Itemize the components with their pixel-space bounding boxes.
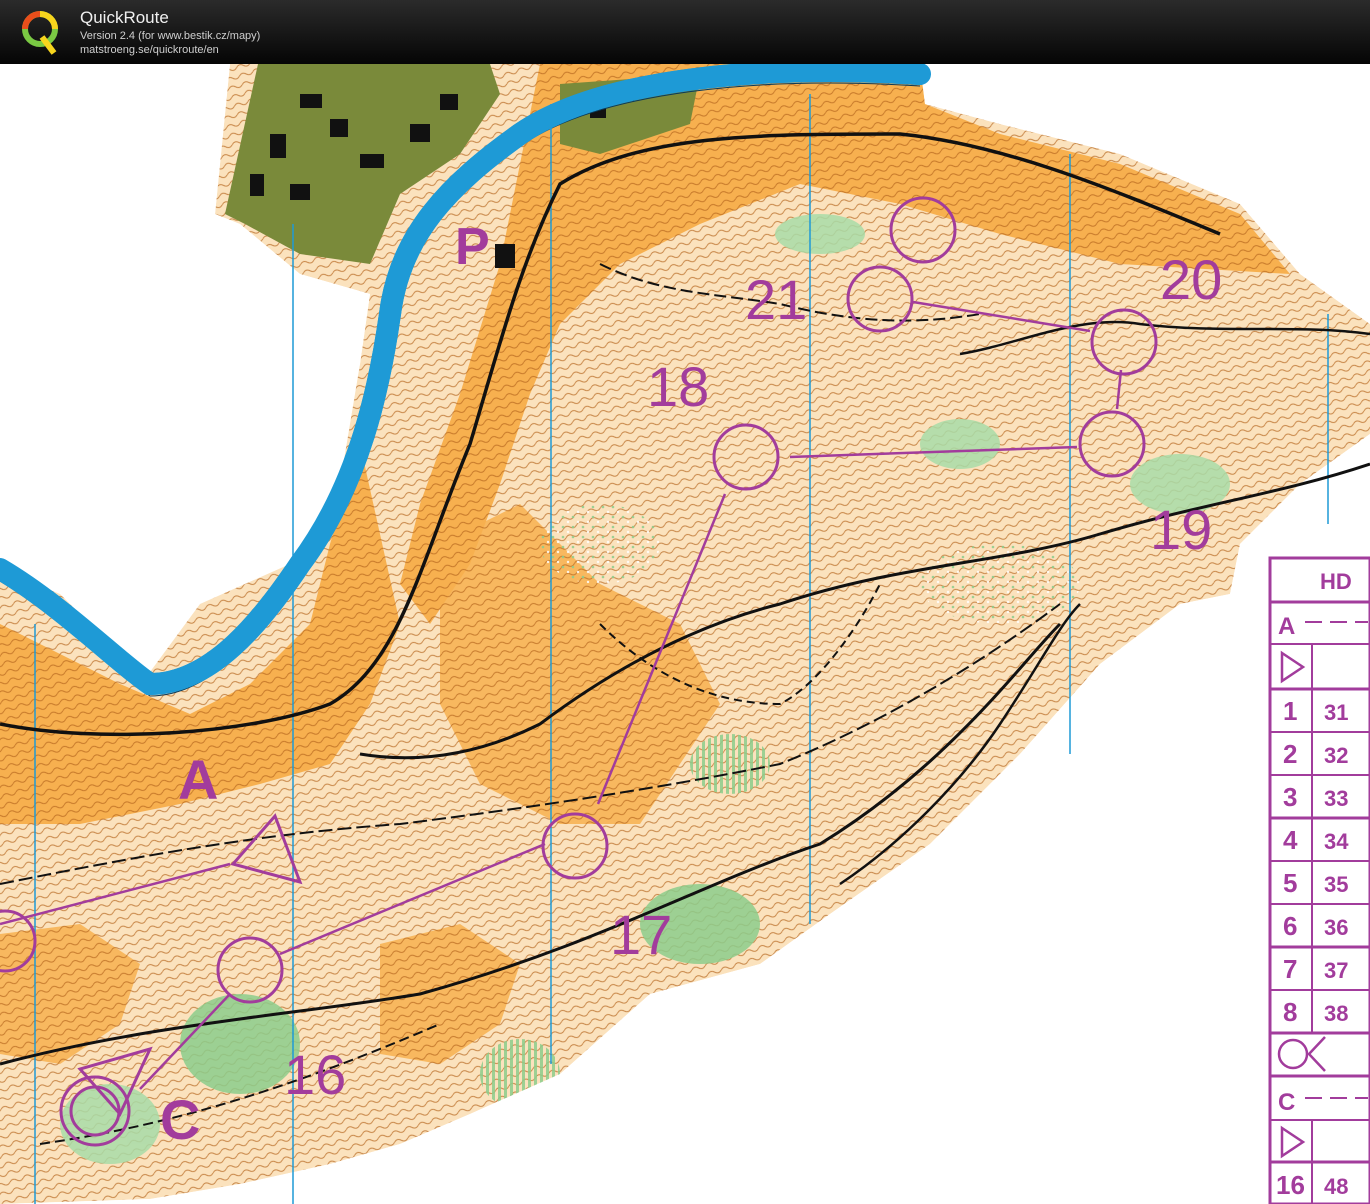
cd-row-5-code: 35 (1324, 872, 1348, 897)
cd-row-3-code: 33 (1324, 786, 1348, 811)
cd-course-c: C (1278, 1089, 1295, 1116)
cd-row-4-num: 4 (1283, 825, 1298, 855)
control-label-18: 18 (647, 355, 709, 418)
cd-row-4-code: 34 (1324, 829, 1349, 854)
cd-row-16-code: 48 (1324, 1174, 1348, 1199)
start-label-c: C (160, 1088, 200, 1151)
cd-header: HD (1320, 569, 1352, 594)
control-description-sheet: HD A 1 31 2 32 3 33 4 34 5 35 6 36 7 37 … (1268, 556, 1370, 1204)
cd-row-2-code: 32 (1324, 743, 1348, 768)
cd-course-a: A (1278, 613, 1295, 640)
cd-row-1-code: 31 (1324, 700, 1348, 725)
control-label-21: 21 (745, 268, 807, 331)
parking-symbol: P (455, 218, 490, 276)
cd-row-7-code: 37 (1324, 958, 1348, 983)
control-label-17: 17 (610, 903, 672, 966)
control-label-19: 19 (1150, 498, 1212, 561)
cd-row-5-num: 5 (1283, 868, 1297, 898)
cd-row-7-num: 7 (1283, 954, 1297, 984)
cd-row-6-code: 36 (1324, 915, 1348, 940)
app-url: matstroeng.se/quickroute/en (80, 44, 219, 56)
quickroute-logo-icon (22, 11, 58, 55)
cd-row-2-num: 2 (1283, 739, 1297, 769)
cd-row-8-code: 38 (1324, 1001, 1348, 1026)
cd-row-6-num: 6 (1283, 911, 1297, 941)
control-label-20: 20 (1160, 248, 1222, 311)
app-title: QuickRoute (80, 8, 169, 27)
start-label-a: A (178, 748, 218, 811)
app-version: Version 2.4 (for www.bestik.cz/mapy) (80, 30, 261, 42)
cd-row-16-num: 16 (1276, 1170, 1305, 1200)
orienteering-map[interactable]: P 16 17 18 19 20 21 A C HD A 1 31 2 32 3… (0, 64, 1370, 1204)
app-title-bar: QuickRoute Version 2.4 (for www.bestik.c… (0, 0, 1370, 64)
cd-row-1-num: 1 (1283, 696, 1297, 726)
cd-row-8-num: 8 (1283, 997, 1297, 1027)
cd-row-3-num: 3 (1283, 782, 1297, 812)
control-label-16: 16 (284, 1043, 346, 1106)
